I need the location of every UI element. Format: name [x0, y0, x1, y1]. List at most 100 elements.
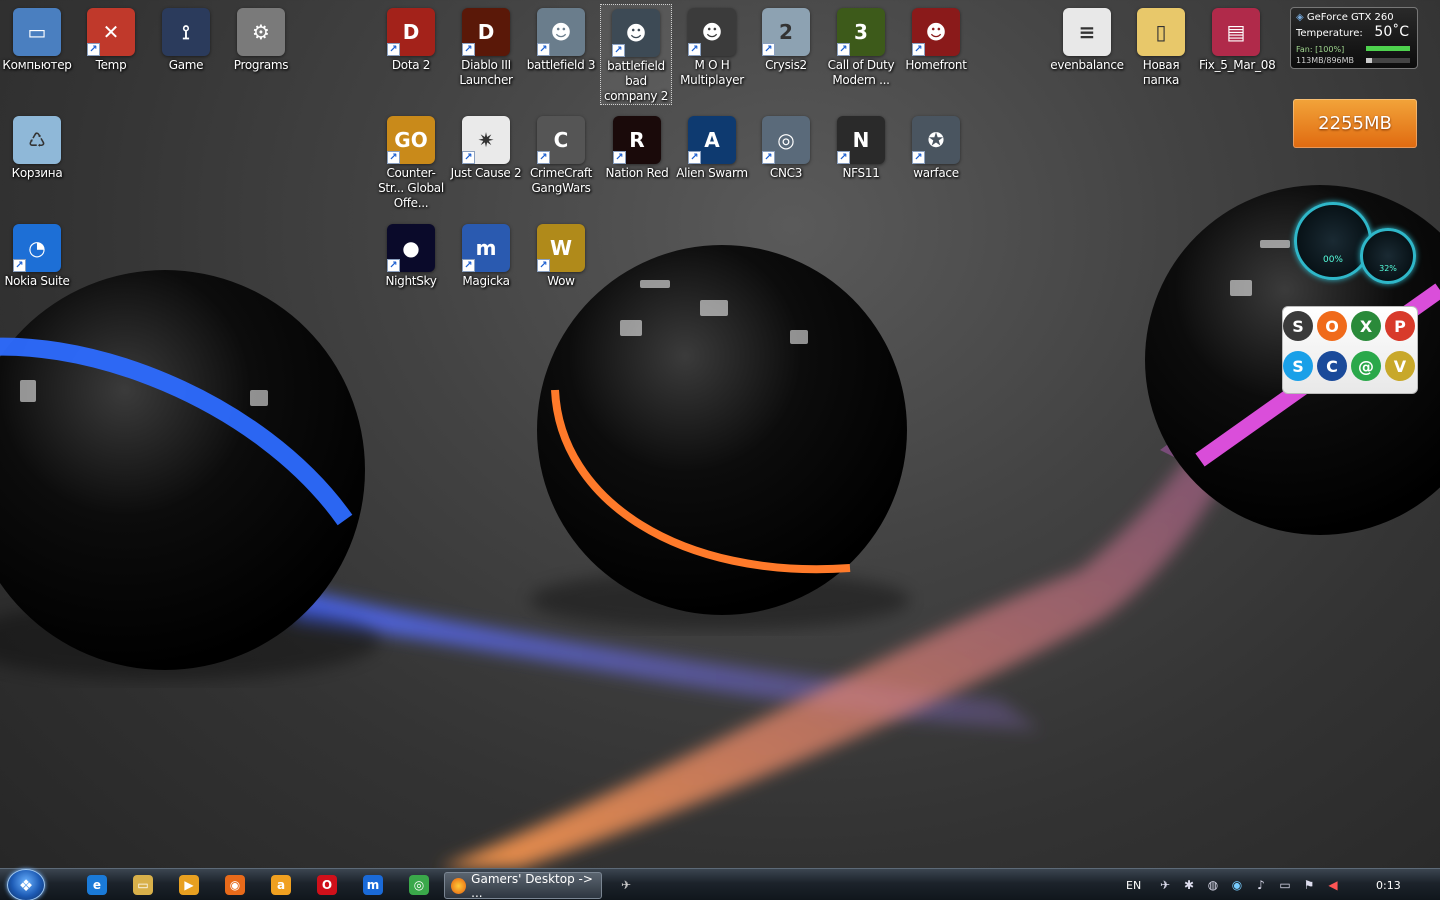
maxthon-icon[interactable]: m: [363, 875, 383, 895]
ram-usage-gadget[interactable]: 2255MB: [1293, 99, 1417, 148]
desktop-icon-label: Nokia Suite: [4, 274, 70, 288]
desktop-icon[interactable]: ✪ ↗ warface: [899, 112, 973, 181]
raidcall-icon[interactable]: C: [1317, 351, 1347, 381]
desktop-icon[interactable]: ▭ Компьютер: [0, 4, 74, 73]
gpu-memory-bar: [1366, 58, 1410, 63]
tray-volume-icon[interactable]: ◀: [1326, 878, 1340, 892]
desktop-icon[interactable]: ◎ ↗ CNC3: [749, 112, 823, 181]
shortcut-arrow-icon: ↗: [462, 151, 475, 164]
desktop-icon[interactable]: ◔ ↗ Nokia Suite: [0, 220, 74, 289]
avast-icon[interactable]: a: [271, 875, 291, 895]
nightsky-icon: ● ↗: [387, 224, 435, 272]
shortcut-arrow-icon: ↗: [387, 151, 400, 164]
desktop-icon-label: M O H Multiplayer: [680, 58, 744, 87]
desktop-icon[interactable]: GO ↗ Counter-Str... Global Offe...: [374, 112, 448, 211]
winrar-archive-icon: ▤: [1212, 8, 1260, 56]
gears-icon: ⚙: [237, 8, 285, 56]
diablo3-icon: D ↗: [462, 8, 510, 56]
taskbar-window-button[interactable]: Gamers' Desktop -> ...: [444, 872, 602, 900]
shortcut-arrow-icon: ↗: [87, 43, 100, 56]
shortcut-arrow-icon: ↗: [612, 44, 625, 57]
tray-speaker-icon[interactable]: ♪: [1254, 878, 1268, 892]
desktop-icon[interactable]: D ↗ Dota 2: [374, 4, 448, 73]
dota2-icon: D ↗: [387, 8, 435, 56]
tray-plane-icon[interactable]: ✈: [1158, 878, 1172, 892]
desktop-icon-label: Корзина: [11, 166, 63, 180]
desktop-icon[interactable]: R ↗ Nation Red: [600, 112, 674, 181]
wow-icon: W ↗: [537, 224, 585, 272]
opera-icon[interactable]: O: [317, 875, 337, 895]
computer-icon: ▭: [13, 8, 61, 56]
desktop-icon-label: NFS11: [842, 166, 880, 180]
desktop-icon[interactable]: m ↗ Magicka: [449, 220, 523, 289]
desktop-icon-label: NightSky: [385, 274, 437, 288]
shortcut-arrow-icon: ↗: [537, 43, 550, 56]
ventrilo-icon[interactable]: V: [1385, 351, 1415, 381]
secondary-gauge[interactable]: 32%: [1360, 228, 1416, 284]
crysis2-icon: 2 ↗: [762, 8, 810, 56]
desktop-icon[interactable]: ▯ Новая папка: [1124, 4, 1198, 88]
shortcut-arrow-icon: ↗: [688, 43, 701, 56]
cnc3-icon: ◎ ↗: [762, 116, 810, 164]
plane-icon[interactable]: ✈: [616, 875, 636, 895]
alien-swarm-icon: A ↗: [688, 116, 736, 164]
nokia-suite-icon: ◔ ↗: [13, 224, 61, 272]
chrome-icon[interactable]: ◎: [409, 875, 429, 895]
tray-network-icon[interactable]: ▭: [1278, 878, 1292, 892]
desktop-icon[interactable]: ✕ ↗ Temp: [74, 4, 148, 73]
steam-icon[interactable]: S: [1283, 311, 1313, 341]
desktop-icon[interactable]: ☻ ↗ M O H Multiplayer: [675, 4, 749, 88]
desktop-icon[interactable]: W ↗ Wow: [524, 220, 598, 289]
origin-icon[interactable]: O: [1317, 311, 1347, 341]
tray-flag-icon[interactable]: ⚑: [1302, 878, 1316, 892]
xfire-icon[interactable]: X: [1351, 311, 1381, 341]
magicka-icon: m ↗: [462, 224, 510, 272]
csgo-icon: GO ↗: [387, 116, 435, 164]
battlefield3-icon: ☻ ↗: [537, 8, 585, 56]
explorer-folder-icon[interactable]: ▭: [133, 875, 153, 895]
desktop-icon[interactable]: ☻ ↗ Homefront: [899, 4, 973, 73]
desktop-icon[interactable]: ▤ Fix_5_Mar_08: [1199, 4, 1276, 73]
desktop-icon[interactable]: ☻ ↗ battlefield 3: [524, 4, 598, 73]
tray-network-app-icon[interactable]: ◉: [1230, 878, 1244, 892]
gpu-monitor-gadget[interactable]: ◈ GeForce GTX 260 Temperature: 50˚C Fan:…: [1290, 7, 1418, 69]
desktop-icon[interactable]: N ↗ NFS11: [824, 112, 898, 181]
pidgin-icon[interactable]: P: [1385, 311, 1415, 341]
desktop-icon[interactable]: 2 ↗ Crysis2: [749, 4, 823, 73]
shortcut-arrow-icon: ↗: [13, 259, 26, 272]
cpu-gauge-value: 00%: [1322, 255, 1343, 265]
desktop-icon[interactable]: ⚙ Programs: [224, 4, 298, 73]
desktop-icon[interactable]: ♺ Корзина: [0, 112, 74, 181]
desktop-icon[interactable]: ☻ ↗ battlefield bad company 2: [600, 4, 672, 105]
shortcut-arrow-icon: ↗: [688, 151, 701, 164]
clock[interactable]: 0:13: [1376, 869, 1401, 900]
skype-icon[interactable]: S: [1283, 351, 1313, 381]
firefox-icon[interactable]: ◉: [225, 875, 245, 895]
media-player-icon[interactable]: ▶: [179, 875, 199, 895]
desktop-icon-label: evenbalance: [1050, 58, 1124, 72]
app-launcher-gadget: S O X P S C @ V: [1282, 306, 1418, 394]
tray-app-icon[interactable]: ✱: [1182, 878, 1196, 892]
desktop-icon[interactable]: ⟟ Game: [149, 4, 223, 73]
desktop-icon[interactable]: D ↗ Diablo III Launcher: [449, 4, 523, 88]
icq-icon[interactable]: @: [1351, 351, 1381, 381]
desktop-icon[interactable]: A ↗ Alien Swarm: [675, 112, 749, 181]
shortcut-arrow-icon: ↗: [387, 259, 400, 272]
secondary-gauge-value: 32%: [1379, 264, 1397, 273]
desktop-icon-label: Crysis2: [765, 58, 807, 72]
desktop-icon[interactable]: ● ↗ NightSky: [374, 220, 448, 289]
cpu-gauge[interactable]: 00%: [1294, 202, 1372, 280]
shortcut-arrow-icon: ↗: [462, 259, 475, 272]
desktop-icon[interactable]: C ↗ CrimeCraft GangWars: [524, 112, 598, 196]
desktop-icon[interactable]: ✷ ↗ Just Cause 2: [449, 112, 523, 181]
warface-icon: ✪ ↗: [912, 116, 960, 164]
start-button[interactable]: ❖: [7, 869, 45, 900]
desktop-icon[interactable]: 3 ↗ Call of Duty Modern ...: [824, 4, 898, 88]
desktop-icon[interactable]: ≡ evenbalance: [1050, 4, 1124, 73]
language-indicator[interactable]: EN: [1126, 869, 1141, 900]
internet-explorer-icon[interactable]: e: [87, 875, 107, 895]
tray-steam-icon[interactable]: ◍: [1206, 878, 1220, 892]
shortcut-arrow-icon: ↗: [537, 259, 550, 272]
desktop-icon-label: Alien Swarm: [676, 166, 748, 180]
shortcut-arrow-icon: ↗: [762, 151, 775, 164]
